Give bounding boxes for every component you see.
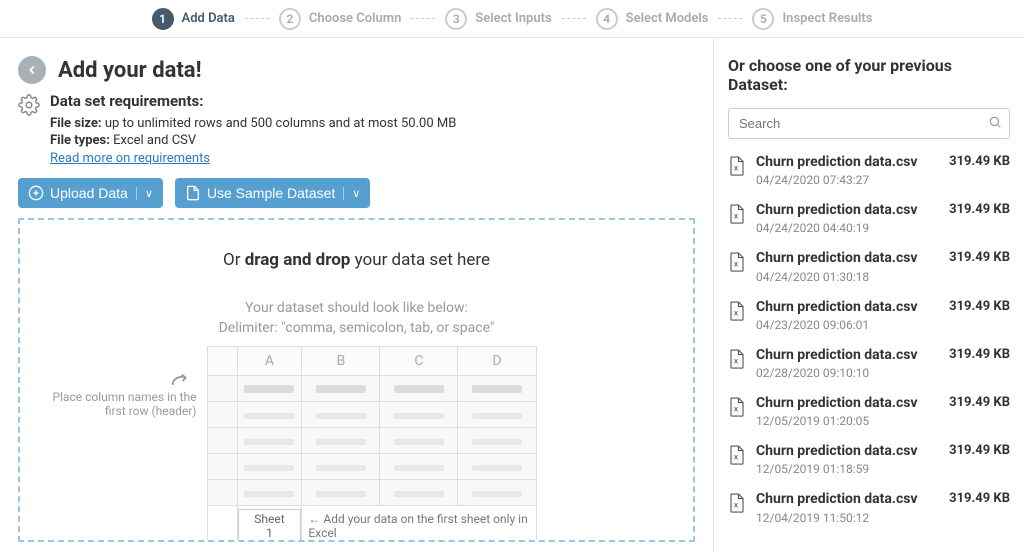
chevron-left-icon xyxy=(25,63,39,77)
step-add-data[interactable]: 1 Add Data xyxy=(152,8,235,30)
dataset-list: X Churn prediction data.csv 04/24/2020 0… xyxy=(728,153,1010,525)
chevron-down-icon: ∨ xyxy=(136,187,153,200)
step-divider xyxy=(718,18,742,19)
dataset-date: 12/05/2019 01:20:05 xyxy=(756,414,939,428)
drop-zone-title: Or drag and drop your data set here xyxy=(223,250,490,270)
dataset-date: 12/05/2019 01:18:59 xyxy=(756,462,939,476)
dataset-date: 04/24/2020 01:30:18 xyxy=(756,270,939,284)
step-number: 2 xyxy=(279,8,301,30)
dataset-size: 319.49 KB xyxy=(949,299,1010,314)
file-excel-icon: X xyxy=(728,155,746,181)
dataset-item[interactable]: X Churn prediction data.csv 04/24/2020 0… xyxy=(728,249,1010,283)
header-row-hint: Place column names in the first row (hea… xyxy=(47,390,197,418)
dataset-name: Churn prediction data.csv xyxy=(756,490,939,508)
dataset-hint: Your dataset should look like below: xyxy=(245,300,468,316)
step-number: 1 xyxy=(152,8,174,30)
dataset-date: 12/04/2019 11:50:12 xyxy=(756,511,939,525)
dataset-name: Churn prediction data.csv xyxy=(756,249,939,267)
dataset-date: 04/24/2020 07:43:27 xyxy=(756,173,939,187)
sheet-tab: Sheet 1 xyxy=(238,509,302,542)
read-more-link[interactable]: Read more on requirements xyxy=(50,151,210,166)
chevron-down-icon: ∨ xyxy=(343,187,360,200)
svg-text:X: X xyxy=(734,456,738,462)
dataset-item[interactable]: X Churn prediction data.csv 12/05/2019 0… xyxy=(728,442,1010,476)
dataset-item[interactable]: X Churn prediction data.csv 12/05/2019 0… xyxy=(728,394,1010,428)
step-label: Add Data xyxy=(182,11,235,26)
svg-text:X: X xyxy=(734,359,738,365)
dataset-item[interactable]: X Churn prediction data.csv 04/24/2020 0… xyxy=(728,201,1010,235)
step-divider xyxy=(411,18,435,19)
dataset-size: 319.49 KB xyxy=(949,154,1010,169)
example-table: A B C D Sheet 1← Add your data on the fi… xyxy=(207,346,537,542)
dataset-size: 319.49 KB xyxy=(949,250,1010,265)
file-excel-icon: X xyxy=(728,300,746,326)
dataset-size: 319.49 KB xyxy=(949,491,1010,506)
drop-zone[interactable]: Or drag and drop your data set here Your… xyxy=(18,218,695,542)
dataset-name: Churn prediction data.csv xyxy=(756,442,939,460)
wizard-stepper: 1 Add Data 2 Choose Column 3 Select Inpu… xyxy=(0,0,1024,38)
step-label: Choose Column xyxy=(309,11,401,26)
file-excel-icon: X xyxy=(728,348,746,374)
step-select-inputs[interactable]: 3 Select Inputs xyxy=(445,8,551,30)
step-number: 5 xyxy=(752,8,774,30)
right-panel: Or choose one of your previous Dataset: … xyxy=(714,38,1024,552)
step-divider xyxy=(562,18,586,19)
step-label: Select Models xyxy=(626,11,709,26)
dataset-name: Churn prediction data.csv xyxy=(756,201,939,219)
step-label: Inspect Results xyxy=(782,11,872,26)
dataset-size: 319.49 KB xyxy=(949,347,1010,362)
left-panel: Add your data! Data set requirements: Fi… xyxy=(0,38,714,552)
dataset-name: Churn prediction data.csv xyxy=(756,298,939,316)
use-sample-dataset-button[interactable]: Use Sample Dataset ∨ xyxy=(175,178,370,208)
back-button[interactable] xyxy=(18,56,46,84)
dataset-name: Churn prediction data.csv xyxy=(756,394,939,412)
dataset-item[interactable]: X Churn prediction data.csv 04/24/2020 0… xyxy=(728,153,1010,187)
svg-text:X: X xyxy=(734,504,738,510)
dataset-size: 319.49 KB xyxy=(949,202,1010,217)
requirements-filetypes: File types: Excel and CSV xyxy=(50,133,456,148)
file-icon xyxy=(185,185,201,201)
dataset-size: 319.49 KB xyxy=(949,395,1010,410)
step-choose-column[interactable]: 2 Choose Column xyxy=(279,8,401,30)
file-excel-icon: X xyxy=(728,444,746,470)
delimiter-hint: Delimiter: "comma, semicolon, tab, or sp… xyxy=(219,320,495,336)
file-excel-icon: X xyxy=(728,492,746,518)
step-label: Select Inputs xyxy=(475,11,551,26)
dataset-date: 04/24/2020 04:40:19 xyxy=(756,221,939,235)
svg-text:X: X xyxy=(734,167,738,173)
file-excel-icon: X xyxy=(728,251,746,277)
dataset-item[interactable]: X Churn prediction data.csv 04/23/2020 0… xyxy=(728,298,1010,332)
step-number: 3 xyxy=(445,8,467,30)
step-number: 4 xyxy=(596,8,618,30)
dataset-item[interactable]: X Churn prediction data.csv 12/04/2019 1… xyxy=(728,490,1010,524)
step-divider xyxy=(245,18,269,19)
svg-text:X: X xyxy=(734,263,738,269)
dataset-name: Churn prediction data.csv xyxy=(756,346,939,364)
dataset-size: 319.49 KB xyxy=(949,443,1010,458)
svg-text:X: X xyxy=(734,311,738,317)
dataset-name: Churn prediction data.csv xyxy=(756,153,939,171)
previous-datasets-title: Or choose one of your previous Dataset: xyxy=(728,56,1010,94)
step-select-models[interactable]: 4 Select Models xyxy=(596,8,709,30)
svg-text:X: X xyxy=(734,407,738,413)
svg-text:X: X xyxy=(734,215,738,221)
page-title: Add your data! xyxy=(58,58,202,83)
requirements-title: Data set requirements: xyxy=(50,92,456,110)
file-excel-icon: X xyxy=(728,203,746,229)
upload-data-button[interactable]: Upload Data ∨ xyxy=(18,178,163,208)
plus-circle-icon xyxy=(28,185,44,201)
dataset-item[interactable]: X Churn prediction data.csv 02/28/2020 0… xyxy=(728,346,1010,380)
search-icon xyxy=(988,115,1002,133)
dataset-date: 02/28/2020 09:10:10 xyxy=(756,366,939,380)
requirements-filesize: File size: up to unlimited rows and 500 … xyxy=(50,116,456,131)
search-input[interactable] xyxy=(728,108,1010,139)
file-excel-icon: X xyxy=(728,396,746,422)
gear-icon xyxy=(18,94,40,120)
dataset-date: 04/23/2020 09:06:01 xyxy=(756,318,939,332)
step-inspect-results[interactable]: 5 Inspect Results xyxy=(752,8,872,30)
